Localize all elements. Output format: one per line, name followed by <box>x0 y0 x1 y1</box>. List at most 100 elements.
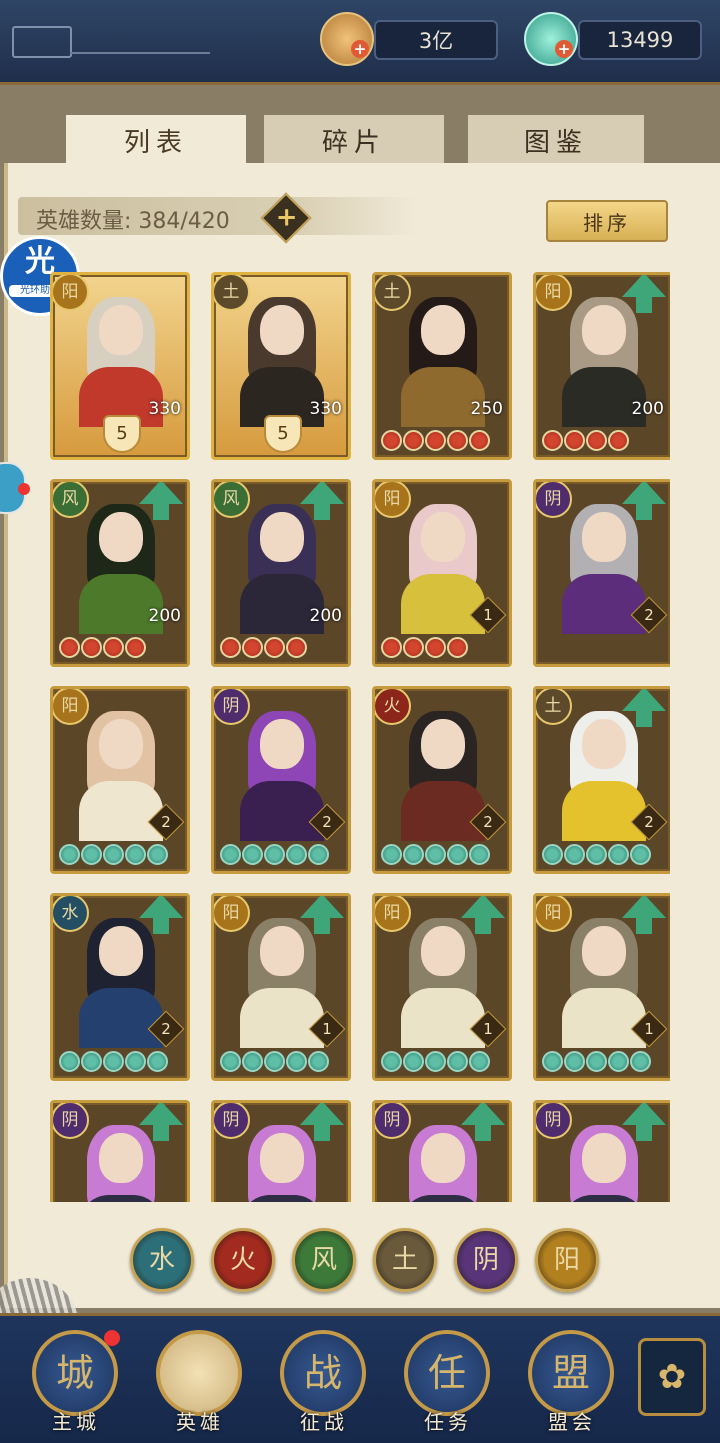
star-icon <box>286 844 307 865</box>
tab-list[interactable]: 列表 <box>66 115 246 165</box>
star-icon <box>630 1051 651 1072</box>
star-icon <box>425 637 446 658</box>
star-icon <box>59 844 80 865</box>
hero-portrait <box>79 1125 163 1202</box>
filter-wind-button[interactable]: 风 <box>292 1228 356 1292</box>
hero-card[interactable]: 风 200 <box>211 479 351 667</box>
hero-card[interactable]: 阳1 <box>372 893 512 1081</box>
star-icon <box>59 1051 80 1072</box>
quests-icon: 任 <box>404 1330 490 1416</box>
hero-level: 200 <box>309 606 342 626</box>
back-ornament-icon[interactable] <box>12 26 72 58</box>
filter-yang-button[interactable]: 阳 <box>535 1228 599 1292</box>
upgrade-arrow-icon <box>461 1103 505 1141</box>
star-icon <box>425 844 446 865</box>
star-row <box>220 844 329 865</box>
star-icon <box>469 844 490 865</box>
hero-card[interactable]: 阴2 <box>211 686 351 874</box>
hero-level: 1 <box>483 1020 493 1038</box>
hero-level: 200 <box>148 606 181 626</box>
hero-card[interactable]: 土2 <box>533 686 670 874</box>
coin-amount: 3亿 <box>374 20 498 60</box>
filter-water-button[interactable]: 水 <box>130 1228 194 1292</box>
star-icon <box>564 844 585 865</box>
star-icon <box>286 637 307 658</box>
star-icon <box>308 1051 329 1072</box>
nav-label: 征战 <box>300 1410 348 1434</box>
coin-add-icon[interactable]: + <box>351 40 369 58</box>
filter-fire-button[interactable]: 火 <box>211 1228 275 1292</box>
hero-card[interactable]: 阳1 <box>372 479 512 667</box>
hero-card[interactable]: 阴 <box>372 1100 512 1202</box>
star-row <box>381 844 490 865</box>
element-icon: 阳 <box>53 689 89 725</box>
star-icon <box>586 1051 607 1072</box>
upgrade-arrow-icon <box>622 896 666 934</box>
hero-card[interactable]: 风 200 <box>50 479 190 667</box>
hero-card[interactable]: 阳 330 5 <box>50 272 190 460</box>
hero-card[interactable]: 阳 200 <box>533 272 670 460</box>
star-icon <box>59 637 80 658</box>
nav-label: 盟会 <box>548 1410 596 1434</box>
star-icon <box>381 1051 402 1072</box>
tab-fragments[interactable]: 碎片 <box>264 115 444 165</box>
upgrade-arrow-icon <box>622 482 666 520</box>
nav-heroes[interactable]: 英雄 <box>150 1322 250 1434</box>
star-icon <box>125 1051 146 1072</box>
element-filter-bar <box>0 1212 720 1312</box>
star-row <box>542 844 651 865</box>
star-icon <box>308 844 329 865</box>
star-icon <box>147 844 168 865</box>
filter-yin-button[interactable]: 阴 <box>454 1228 518 1292</box>
hero-card[interactable]: 水2 <box>50 893 190 1081</box>
jade-add-icon[interactable]: + <box>555 40 573 58</box>
star-icon <box>608 1051 629 1072</box>
tab-encyclopedia[interactable]: 图鉴 <box>468 115 644 165</box>
hero-level: 2 <box>161 813 171 831</box>
hero-card[interactable]: 阳2 <box>50 686 190 874</box>
hero-card[interactable]: 阳1 <box>533 893 670 1081</box>
star-row <box>542 1051 651 1072</box>
star-icon <box>81 1051 102 1072</box>
nav-campaign[interactable]: 战征战 <box>274 1322 374 1434</box>
hero-card[interactable]: 阴 <box>533 1100 670 1202</box>
element-icon: 阴 <box>214 1103 250 1139</box>
upgrade-arrow-icon <box>139 896 183 934</box>
hero-level: 330 <box>148 399 181 419</box>
more-menu-button[interactable]: ✿ <box>638 1338 706 1416</box>
jade-amount: 13499 <box>578 20 702 60</box>
hero-card[interactable]: 阴 <box>50 1100 190 1202</box>
hero-card[interactable]: 阳1 <box>211 893 351 1081</box>
element-icon: 火 <box>375 689 411 725</box>
element-icon: 阴 <box>214 689 250 725</box>
campaign-icon: 战 <box>280 1330 366 1416</box>
star-icon <box>630 844 651 865</box>
hero-card[interactable]: 阴2 <box>533 479 670 667</box>
hero-level: 2 <box>644 813 654 831</box>
star-row <box>542 430 629 451</box>
nav-label: 英雄 <box>176 1410 224 1434</box>
nav-alliance[interactable]: 盟盟会 <box>522 1322 622 1434</box>
hero-card[interactable]: 火2 <box>372 686 512 874</box>
nav-quests[interactable]: 任任务 <box>398 1322 498 1434</box>
star-row <box>220 637 307 658</box>
hero-count: 英雄数量: 384/420 <box>36 209 230 234</box>
element-icon: 阳 <box>536 275 572 311</box>
star-icon <box>103 637 124 658</box>
filter-earth-button[interactable]: 土 <box>373 1228 437 1292</box>
hero-portrait <box>401 1125 485 1202</box>
flower-menu-icon: ✿ <box>657 1357 687 1397</box>
hero-card[interactable]: 土 330 5 <box>211 272 351 460</box>
star-icon <box>425 1051 446 1072</box>
star-icon <box>447 1051 468 1072</box>
star-icon <box>125 844 146 865</box>
hero-card[interactable]: 土 250 <box>372 272 512 460</box>
star-icon <box>81 637 102 658</box>
sort-button[interactable]: 排序 <box>546 200 668 242</box>
star-icon <box>220 1051 241 1072</box>
rank-badge: 5 <box>103 415 141 453</box>
hero-card[interactable]: 阴 <box>211 1100 351 1202</box>
hero-level: 2 <box>644 606 654 624</box>
hero-level: 2 <box>483 813 493 831</box>
star-icon <box>403 637 424 658</box>
